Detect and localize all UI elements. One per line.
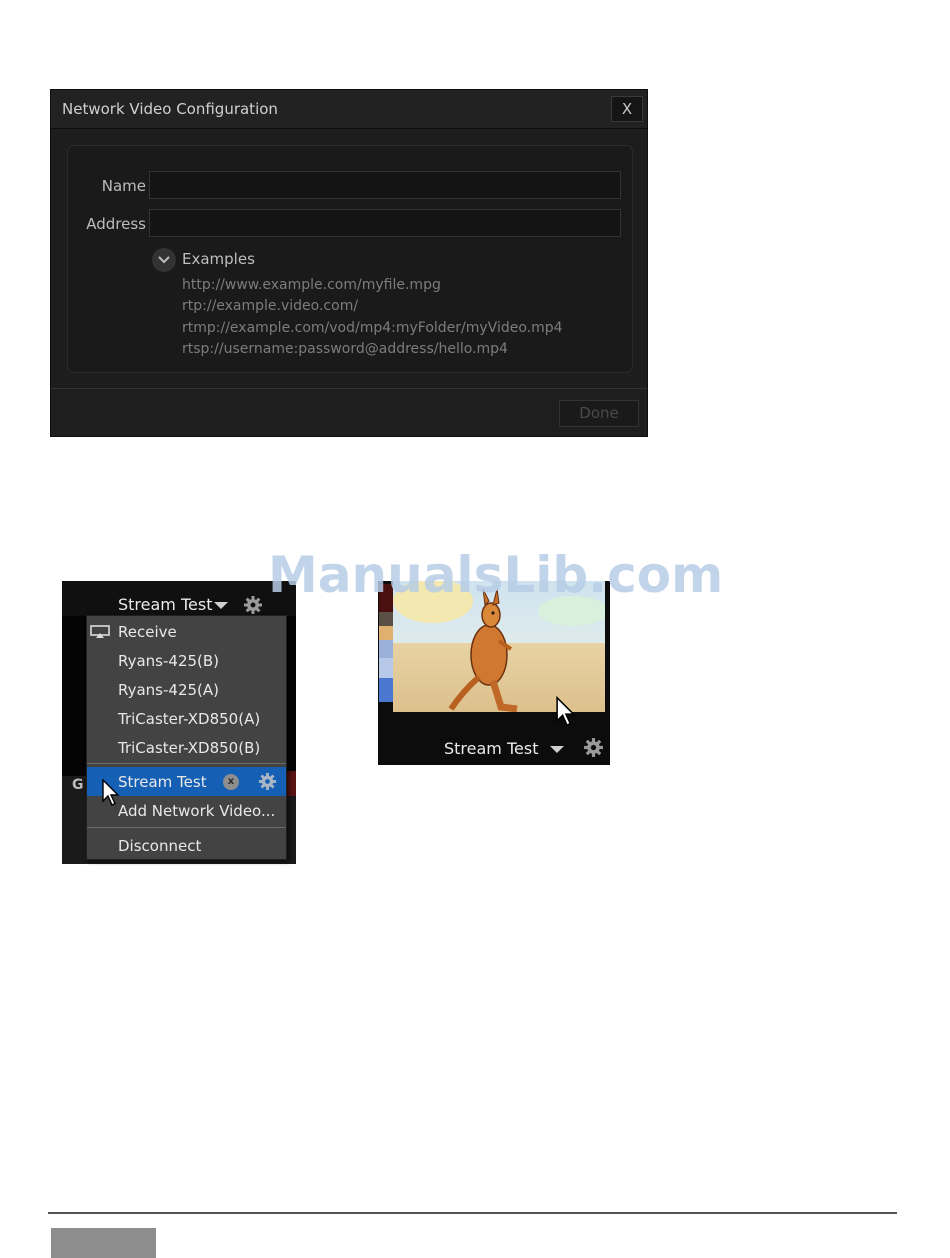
color-bar (379, 678, 393, 702)
source-select-label[interactable]: Stream Test (444, 739, 538, 758)
caret-down-icon[interactable] (214, 602, 228, 609)
examples-expand-toggle[interactable] (152, 248, 176, 272)
gear-icon[interactable] (243, 595, 263, 615)
name-input[interactable] (149, 171, 621, 199)
menu-item-label: Ryans-425(B) (118, 652, 220, 670)
dialog-title: Network Video Configuration (62, 100, 278, 118)
color-bar (379, 640, 393, 658)
close-button[interactable]: X (611, 96, 643, 122)
remove-icon[interactable]: x (223, 774, 239, 790)
menu-item-disconnect[interactable]: Disconnect (87, 831, 286, 860)
menu-separator (87, 827, 286, 828)
menu-item-tricaster-xd850-a[interactable]: TriCaster-XD850(A) (87, 704, 286, 733)
dialog-panel: Name Address Examples http://www.example… (67, 145, 633, 373)
watermark: ManualsLib.com (268, 546, 724, 604)
examples-label: Examples (182, 250, 255, 268)
menu-separator (87, 763, 286, 764)
network-video-config-dialog: Network Video Configuration X Name Addre… (50, 89, 648, 437)
example-url: rtmp://example.com/vod/mp4:myFolder/myVi… (182, 320, 563, 336)
name-label: Name (101, 177, 146, 195)
gear-icon[interactable] (258, 772, 277, 791)
menu-item-label: Ryans-425(A) (118, 681, 220, 699)
color-bar (379, 612, 393, 626)
side-letter: G (72, 777, 84, 793)
color-bar (379, 626, 393, 640)
color-bar (379, 658, 393, 678)
source-dropdown-menu: Receive Ryans-425(B) Ryans-425(A) TriCas… (86, 615, 287, 860)
video-preview-panel: Stream Test (378, 581, 610, 765)
footer-rule (48, 1212, 897, 1214)
menu-item-label: TriCaster-XD850(B) (118, 739, 261, 757)
menu-item-ryans-425-a[interactable]: Ryans-425(A) (87, 675, 286, 704)
source-select-label[interactable]: Stream Test (118, 595, 212, 614)
mouse-cursor-icon (556, 696, 576, 727)
red-strip (287, 771, 296, 796)
menu-item-label: TriCaster-XD850(A) (118, 710, 261, 728)
menu-item-tricaster-xd850-b[interactable]: TriCaster-XD850(B) (87, 733, 286, 762)
example-url: rtp://example.video.com/ (182, 298, 359, 314)
dialog-titlebar: Network Video Configuration X (51, 90, 647, 129)
mouse-cursor-icon (102, 779, 120, 806)
menu-item-label: Stream Test (118, 773, 207, 791)
airplay-icon (90, 625, 110, 638)
menu-item-receive[interactable]: Receive (87, 617, 286, 646)
address-label: Address (86, 215, 146, 233)
menu-item-ryans-425-b[interactable]: Ryans-425(B) (87, 646, 286, 675)
address-input[interactable] (149, 209, 621, 237)
example-url: http://www.example.com/myfile.mpg (182, 277, 441, 293)
done-button[interactable]: Done (559, 400, 639, 427)
caret-down-icon[interactable] (550, 746, 564, 753)
menu-item-label: Add Network Video... (118, 802, 276, 820)
menu-item-label: Receive (118, 623, 177, 641)
dialog-footer: Done (51, 388, 647, 436)
menu-item-label: Disconnect (118, 837, 202, 855)
chevron-down-icon (158, 256, 170, 264)
gear-icon[interactable] (583, 737, 604, 758)
footer-page-tab (51, 1228, 156, 1258)
example-url: rtsp://username:password@address/hello.m… (182, 341, 508, 357)
